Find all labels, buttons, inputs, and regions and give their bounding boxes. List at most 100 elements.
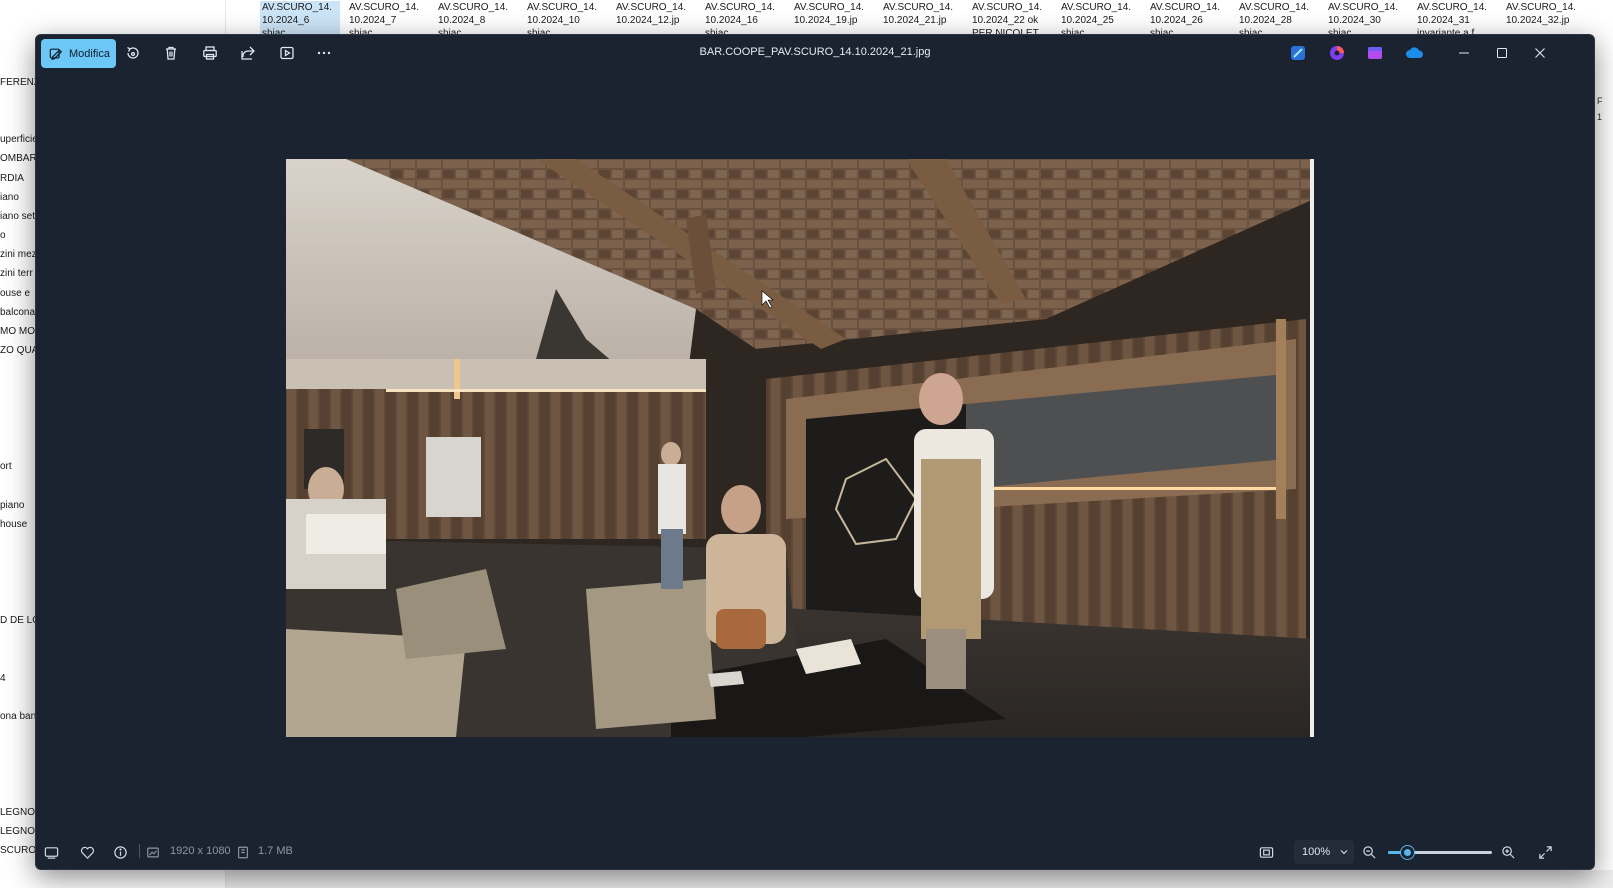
file-thumbnail-label[interactable]: AV.SCURO_14. 10.2024_26shiac (1150, 1, 1230, 34)
designer-icon[interactable] (1289, 44, 1307, 62)
thumbnail-text: shiac (1239, 28, 1263, 34)
thumbnail-text: AV.SCURO_14. (1150, 2, 1221, 13)
more-icon[interactable] (313, 42, 335, 64)
thumbnail-text: 10.2024_7 (349, 15, 397, 26)
thumbnail-text: 10.2024_28 (1239, 15, 1292, 26)
thumbnail-text: AV.SCURO_14. (438, 2, 509, 13)
thumbnail-text: AV.SCURO_14. (616, 2, 687, 13)
clipchamp-icon[interactable] (1328, 44, 1346, 62)
edge-fragment: F (1597, 96, 1603, 106)
zoom-level-dropdown[interactable]: 100% (1294, 840, 1354, 864)
zoom-slider[interactable] (1388, 846, 1492, 859)
file-size-icon (236, 843, 250, 861)
nav-item[interactable]: zini mez (0, 249, 37, 260)
file-thumbnail-label[interactable]: AV.SCURO_14. 10.2024_28 shiac (1239, 1, 1319, 34)
maximize-icon (1497, 48, 1507, 58)
close-button[interactable] (1522, 39, 1558, 67)
minimize-icon (1459, 52, 1469, 54)
nav-item[interactable]: LEGNO (0, 826, 35, 837)
zoom-in-icon[interactable] (1499, 843, 1517, 861)
nav-item[interactable]: o (0, 230, 6, 241)
favorite-icon[interactable] (78, 843, 96, 861)
file-thumbnail-label[interactable]: AV.SCURO_14. 10.2024_8 shiac (438, 1, 518, 34)
thumbnail-text: shiac (1150, 28, 1174, 34)
nav-item[interactable]: ouse e (0, 288, 30, 299)
nav-item[interactable]: zini terr (0, 268, 33, 279)
nav-item[interactable]: D DE LO (0, 615, 40, 626)
edit-button[interactable]: Modifica (41, 39, 116, 68)
thumbnail-text: 10.2024_30 (1328, 15, 1381, 26)
thumbnail-text: shiac (705, 28, 729, 34)
minimize-button[interactable] (1446, 39, 1482, 67)
thumbnail-text: 10.2024_12.jp (616, 15, 680, 26)
nav-item[interactable]: SCURO (0, 845, 36, 856)
thumbnail-text: 10.2024_19.jp (794, 15, 858, 26)
thumbnail-text: 10.2024_6 (262, 15, 310, 26)
nav-item[interactable]: RDIA (0, 173, 24, 184)
maximize-button[interactable] (1484, 39, 1520, 67)
thumbnail-text (794, 27, 874, 34)
explorer-bottom-edge (226, 870, 1613, 888)
edit-image-icon (49, 48, 63, 60)
thumbnail-text: AV.SCURO_14. (883, 2, 954, 13)
zoom-out-icon[interactable] (1360, 843, 1378, 861)
thumbnail-text: 10.2024_10 (527, 15, 580, 26)
file-thumbnail-label[interactable]: AV.SCURO_14. 10.2024_25 shiac (1061, 1, 1141, 34)
slideshow-icon[interactable] (276, 42, 298, 64)
nav-item[interactable]: uperficie (0, 134, 38, 145)
viewer-status-bar: 1920 x 1080 1.7 MB 100% (36, 835, 1594, 869)
chevron-down-icon (1340, 850, 1348, 855)
thumbnail-text (616, 27, 696, 34)
nav-item[interactable]: house (0, 519, 27, 530)
thumbnail-text: invariante a f (1417, 28, 1475, 34)
print-icon[interactable] (199, 42, 221, 64)
file-thumbnail-label[interactable]: AV.SCURO_14. 10.2024_7 shiac (349, 1, 429, 34)
thumbnail-text: shiac (349, 28, 373, 34)
nav-item[interactable]: ort (0, 461, 12, 472)
fullscreen-icon[interactable] (1536, 843, 1554, 861)
nav-item[interactable]: ona ban (0, 711, 36, 722)
viewer-toolbar: Modifica BAR.COOPE_PAV.SCURO_14.10.2024_… (36, 35, 1594, 71)
file-thumbnail-label[interactable]: AV.SCURO_14. 10.2024_12.jp (616, 1, 696, 34)
file-thumbnail-label[interactable]: AV.SCURO_14. 10.2024_32.jp (1506, 1, 1586, 34)
thumbnail-text: 10.2024_32.jp (1506, 15, 1570, 26)
delete-icon[interactable] (160, 42, 182, 64)
file-thumbnail-label[interactable]: AV.SCURO_14. 10.2024_22 ok PER NICOLET (972, 1, 1052, 34)
edit-button-label: Modifica (69, 47, 110, 60)
video-editor-icon[interactable] (1366, 44, 1384, 62)
edge-fragment: 1 (1597, 112, 1603, 122)
zoom-slider-thumb[interactable] (1400, 846, 1414, 859)
info-icon[interactable] (111, 843, 129, 861)
nav-item[interactable]: ZO QUA (0, 345, 38, 356)
nav-item[interactable]: OMBAR (0, 153, 37, 164)
file-thumbnail-label[interactable]: AV.SCURO_14. 10.2024_30 shiac (1328, 1, 1408, 34)
nav-item[interactable]: balcona (0, 307, 35, 318)
nav-item[interactable]: LEGNO (0, 807, 35, 818)
nav-item[interactable]: piano (0, 500, 24, 511)
dimensions-icon (146, 843, 160, 861)
photos-viewer-window: Modifica BAR.COOPE_PAV.SCURO_14.10.2024_… (35, 34, 1595, 870)
file-thumbnail-label[interactable]: AV.SCURO_14. 10.2024_19.jp (794, 1, 874, 34)
thumbnail-text: 10.2024_31 (1417, 15, 1470, 26)
onedrive-icon[interactable] (1405, 44, 1425, 62)
share-icon[interactable] (237, 42, 259, 64)
thumbnail-text: AV.SCURO_14. (972, 2, 1043, 13)
file-thumbnail-label[interactable]: AV.SCURO_14. 10.2024_16 shiac (705, 1, 785, 34)
thumbnail-text: AV.SCURO_14. (527, 2, 598, 13)
nav-item[interactable]: iano (0, 192, 19, 203)
file-thumbnail-label[interactable]: AV.SCURO_14. 10.2024_31 invariante a f (1417, 1, 1497, 34)
file-size: 1.7 MB (258, 845, 293, 857)
nav-item[interactable]: FERENZ (0, 77, 40, 88)
fit-to-window-icon[interactable] (1257, 843, 1275, 861)
nav-item[interactable]: iano set (0, 211, 35, 222)
file-thumbnail-label[interactable]: AV.SCURO_14. 10.2024_21.jp (883, 1, 963, 34)
thumbnail-text: shiac (1061, 28, 1085, 34)
file-thumbnail-label[interactable]: AV.SCURO_14. 10.2024_10 shiac (527, 1, 607, 34)
file-thumbnail-label[interactable]: AV.SCURO_14. 10.2024_6 shiac (260, 1, 340, 34)
rotate-icon[interactable] (122, 42, 144, 64)
displayed-photo[interactable] (286, 159, 1314, 737)
nav-item[interactable]: 4 (0, 673, 6, 684)
filmstrip-icon[interactable] (42, 843, 60, 861)
thumbnail-text: 10.2024_26 (1150, 15, 1203, 26)
thumbnail-text: AV.SCURO_14. (262, 2, 333, 13)
